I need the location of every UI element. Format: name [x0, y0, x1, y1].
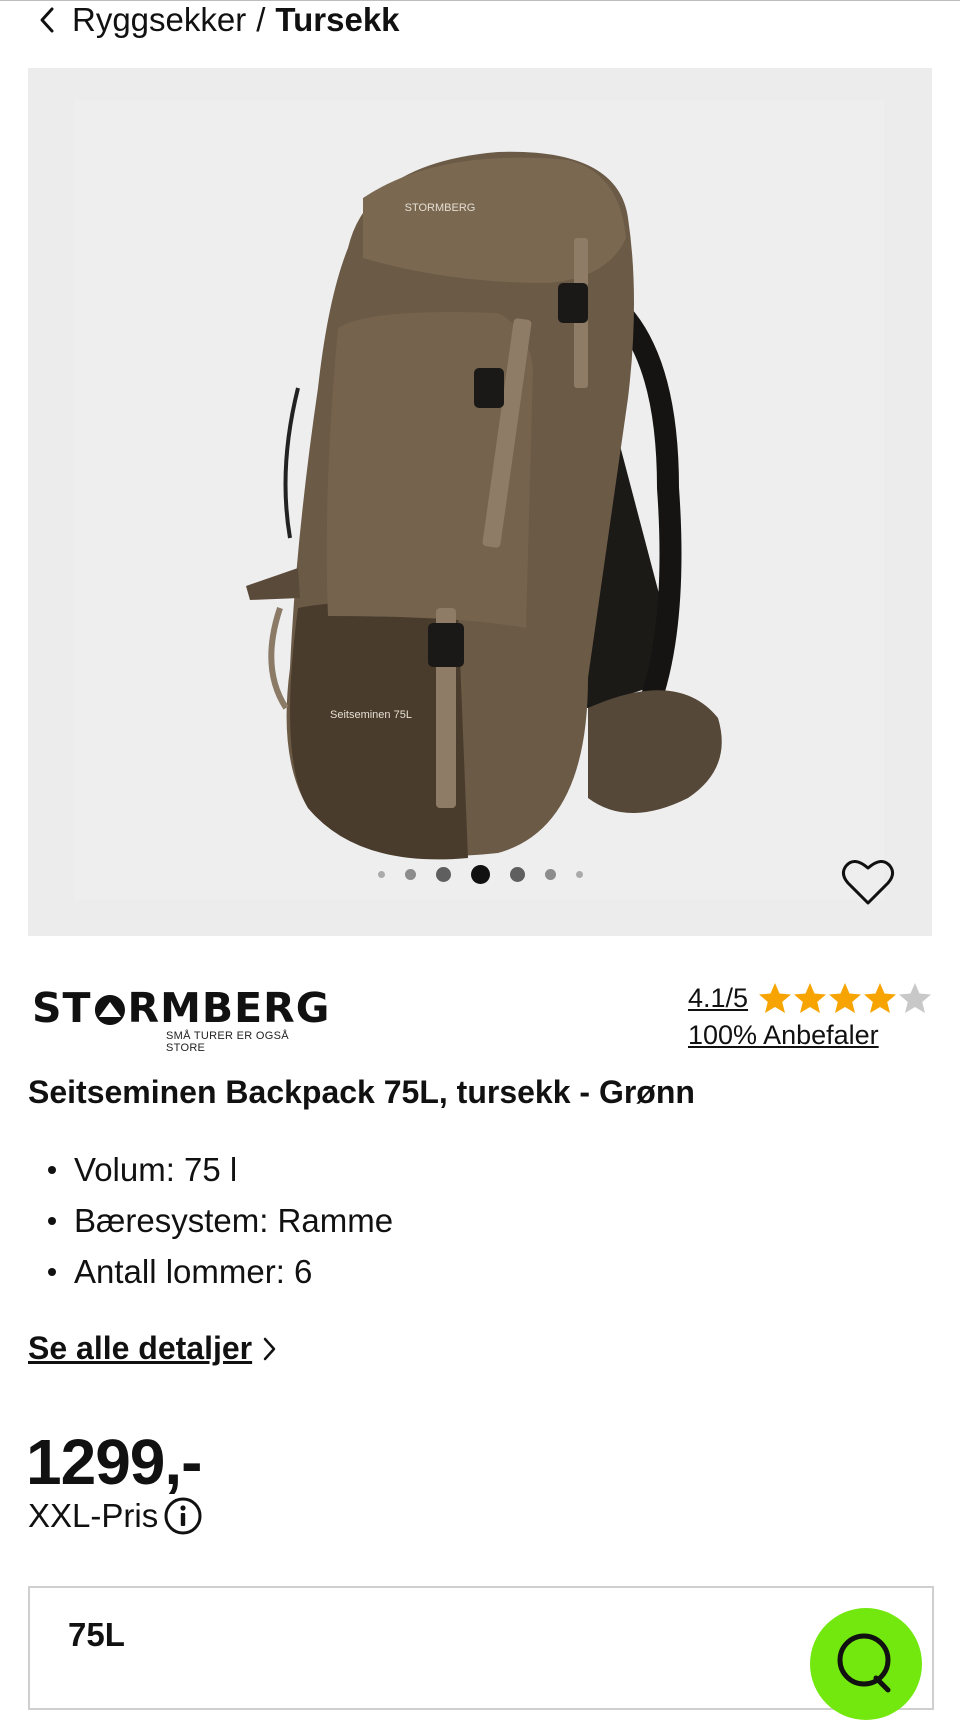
gallery-dot[interactable] — [575, 871, 583, 878]
product-image-gallery[interactable]: STORMBERG Seitseminen 75L — [28, 68, 932, 936]
rating-summary[interactable]: 4.1/5 100% Anbefaler — [688, 982, 932, 1051]
variant-selector[interactable]: 75L — [28, 1586, 934, 1710]
brand-tagline: SMÅ TURER ER OGSÅ STORE — [166, 1030, 289, 1054]
heart-icon[interactable] — [840, 856, 896, 908]
star-icon — [759, 983, 792, 1013]
recommend-link[interactable]: 100% Anbefaler — [688, 1020, 932, 1051]
spec-text: Antall lommer: 6 — [74, 1252, 313, 1290]
list-item: Volum: 75 l — [28, 1144, 393, 1195]
bullet — [48, 1165, 56, 1174]
gallery-dot[interactable] — [377, 871, 385, 878]
price-label-text: XXL-Pris — [28, 1497, 159, 1534]
chevron-left-icon[interactable] — [36, 5, 62, 35]
product-title: Seitseminen Backpack 75L, tursekk - Grøn… — [28, 1074, 695, 1110]
chevron-right-icon — [263, 1337, 276, 1360]
breadcrumb: Ryggsekker / Tursekk — [36, 0, 400, 40]
gallery-dot[interactable] — [509, 867, 525, 882]
list-item: Antall lommer: 6 — [28, 1246, 393, 1297]
product-specs-list: Volum: 75 l Bæresystem: Ramme Antall lom… — [28, 1144, 393, 1297]
gallery-pagination — [28, 865, 932, 884]
gallery-dot[interactable] — [544, 869, 556, 880]
chat-button[interactable] — [810, 1608, 922, 1720]
chat-icon — [837, 1633, 891, 1693]
variant-selected-value: 75L — [68, 1616, 125, 1653]
brand-wordmark-right: RMBERG — [127, 984, 331, 1032]
star-icon — [864, 983, 897, 1013]
spec-text: Volum: 75 l — [74, 1150, 238, 1188]
info-icon[interactable] — [164, 1497, 202, 1535]
product-image: STORMBERG Seitseminen 75L — [246, 151, 722, 860]
bullet — [48, 1216, 56, 1225]
gallery-dot-active[interactable] — [470, 865, 490, 884]
star-icon — [794, 983, 827, 1013]
product-image-model-print: Seitseminen 75L — [330, 709, 412, 721]
gallery-dot[interactable] — [435, 867, 451, 882]
see-all-details-link[interactable]: Se alle detaljer — [28, 1330, 278, 1367]
rating-stars — [758, 982, 933, 1014]
list-item: Bæresystem: Ramme — [28, 1195, 393, 1246]
mountain-icon — [93, 991, 127, 1025]
star-empty-icon — [899, 983, 932, 1013]
breadcrumb-current: Tursekk — [275, 1, 400, 38]
gallery-dot[interactable] — [404, 869, 416, 880]
spec-text: Bæresystem: Ramme — [74, 1201, 394, 1239]
breadcrumb-parent-link[interactable]: Ryggsekker — [72, 1, 246, 39]
breadcrumb-separator: / — [256, 1, 266, 38]
bullet — [48, 1267, 56, 1276]
price-label: XXL-Pris — [28, 1497, 202, 1535]
see-all-details-label: Se alle detaljer — [28, 1330, 253, 1366]
brand-logo[interactable]: ST RMBERG SMÅ TURER ER OGSÅ STORE — [32, 984, 329, 1054]
product-price: 1299,- — [26, 1426, 202, 1498]
rating-score[interactable]: 4.1/5 — [688, 983, 748, 1014]
star-icon — [829, 983, 862, 1013]
product-image-brand-print: STORMBERG — [405, 202, 476, 214]
brand-wordmark-left: ST — [32, 984, 92, 1032]
brand-wordmark: ST RMBERG — [32, 984, 329, 1032]
